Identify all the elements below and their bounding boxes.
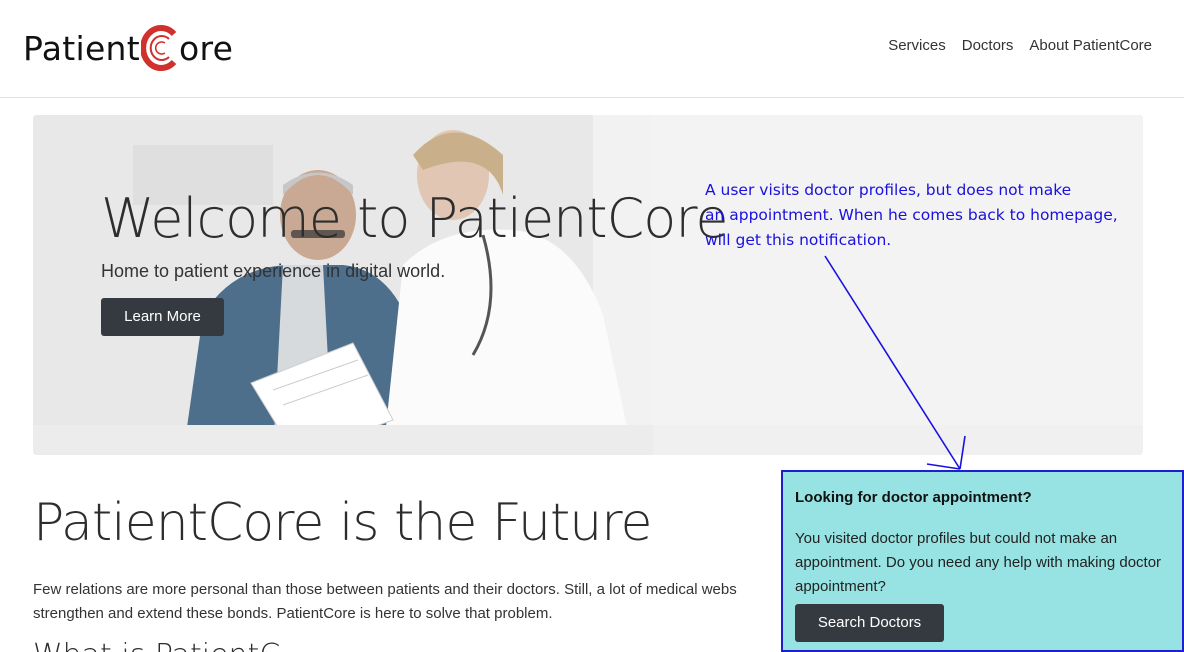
logo-prefix: Patient [23, 28, 141, 68]
subheading: What is PatientC [33, 638, 280, 652]
hero-image [33, 115, 1143, 455]
intro-paragraph-line-1: Few relations are more personal than tho… [33, 581, 737, 598]
hero-subtitle: Home to patient experience in digital wo… [101, 261, 446, 281]
intro-paragraph-line-2: strengthen and extend these bonds. Patie… [33, 605, 553, 622]
nav-about[interactable]: About PatientCore [1029, 37, 1152, 54]
annotation-line-1: A user visits doctor profiles, but does … [705, 181, 1072, 199]
patientcore-logo[interactable]: Patient ore [23, 22, 233, 74]
navbar: Patient ore Services Doctors About Patie… [0, 0, 1184, 98]
nav-services[interactable]: Services [888, 37, 946, 54]
logo-c-icon [141, 25, 177, 71]
annotation-line-3: will get this notification. [705, 231, 892, 249]
notification-title: Looking for doctor appointment? [795, 489, 1032, 506]
intro-paragraph: Few relations are more personal than tho… [33, 578, 793, 626]
notification-body: You visited doctor profiles but could no… [795, 530, 1162, 595]
learn-more-button[interactable]: Learn More [101, 298, 224, 336]
hero-banner: Welcome to PatientCore Home to patient e… [33, 115, 1143, 455]
section-heading: PatientCore is the Future [33, 493, 652, 553]
logo-suffix: ore [179, 28, 234, 68]
annotation-line-2: an appointment. When he comes back to ho… [705, 206, 1118, 224]
main-nav: Services Doctors About PatientCore [888, 37, 1152, 54]
search-doctors-button[interactable]: Search Doctors [795, 604, 944, 642]
appointment-notification: Looking for doctor appointment? You visi… [781, 470, 1184, 652]
annotation-note: A user visits doctor profiles, but does … [705, 178, 1155, 253]
nav-doctors[interactable]: Doctors [962, 37, 1014, 54]
hero-title: Welcome to PatientCore [101, 187, 729, 250]
